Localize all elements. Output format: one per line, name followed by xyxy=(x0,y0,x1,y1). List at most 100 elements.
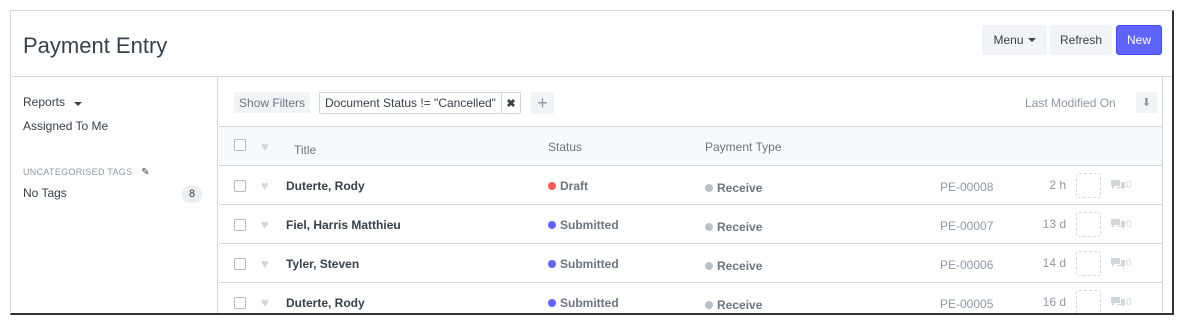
comment-icon xyxy=(1111,180,1125,190)
payment-type-dot xyxy=(705,301,713,309)
payment-entry-window: Payment Entry Menu Refresh New Reports A… xyxy=(10,10,1174,315)
row-document-name: PE-00006 xyxy=(940,258,994,272)
filter-tag-label: Document Status != "Cancelled" xyxy=(320,93,502,113)
tags-section-heading: UNCATEGORISED TAGS ✎ xyxy=(23,167,150,178)
add-filter-button[interactable]: + xyxy=(531,92,554,114)
comment-count: 0 xyxy=(1110,179,1132,191)
sort-order-button[interactable]: ⬇ xyxy=(1136,92,1157,113)
sidebar: Reports Assigned To Me UNCATEGORISED TAG… xyxy=(11,77,218,313)
row-payment-type-label: Receive xyxy=(717,259,763,273)
table-row[interactable]: ♥ Duterte, Rody Submitted Receive PE-000… xyxy=(219,283,1162,313)
refresh-button-label: Refresh xyxy=(1059,33,1103,47)
new-button[interactable]: New xyxy=(1116,25,1162,55)
row-document-name: PE-00008 xyxy=(940,180,994,194)
row-payment-type: Receive xyxy=(705,298,762,312)
avatar xyxy=(1076,173,1101,198)
column-header-status: Status xyxy=(548,140,583,154)
pencil-icon[interactable]: ✎ xyxy=(141,167,150,178)
status-dot xyxy=(548,299,556,307)
row-checkbox[interactable] xyxy=(234,180,246,192)
filter-tag[interactable]: Document Status != "Cancelled" ✖ xyxy=(319,92,521,114)
new-button-label: New xyxy=(1126,33,1151,47)
arrow-down-icon: ⬇ xyxy=(1141,97,1152,109)
row-title[interactable]: Duterte, Rody xyxy=(286,179,365,193)
row-modified-time: 16 d xyxy=(1042,295,1066,309)
column-header-title: Title xyxy=(294,143,317,157)
sidebar-reports-label: Reports xyxy=(23,95,66,109)
row-title[interactable]: Tyler, Steven xyxy=(286,257,359,271)
column-header-payment-type: Payment Type xyxy=(705,140,782,154)
table-row[interactable]: ♥ Duterte, Rody Draft Receive PE-00008 2… xyxy=(219,166,1162,205)
status-dot xyxy=(548,221,556,229)
row-status-label: Submitted xyxy=(560,257,619,271)
show-filters-button[interactable]: Show Filters xyxy=(234,92,311,113)
close-icon[interactable]: ✖ xyxy=(502,93,520,113)
row-payment-type: Receive xyxy=(705,220,762,234)
filter-bar: Show Filters Document Status != "Cancell… xyxy=(219,77,1162,127)
row-modified-time: 2 h xyxy=(1049,178,1066,192)
row-status: Submitted xyxy=(548,218,619,232)
menu-button[interactable]: Menu xyxy=(982,25,1047,55)
row-status-label: Submitted xyxy=(560,296,619,310)
comment-icon xyxy=(1111,297,1125,307)
heart-icon[interactable]: ♥ xyxy=(261,140,269,153)
comment-icon xyxy=(1111,219,1125,229)
status-dot xyxy=(548,182,556,190)
row-status: Submitted xyxy=(548,257,619,271)
row-payment-type: Receive xyxy=(705,181,762,195)
heart-icon[interactable]: ♥ xyxy=(261,257,269,270)
refresh-button[interactable]: Refresh xyxy=(1050,25,1112,55)
row-status: Draft xyxy=(548,179,588,193)
comment-count-value: 0 xyxy=(1126,179,1132,191)
row-status: Submitted xyxy=(548,296,619,310)
page-title: Payment Entry xyxy=(23,33,168,58)
row-checkbox[interactable] xyxy=(234,219,246,231)
comment-count-value: 0 xyxy=(1126,296,1132,308)
heart-icon[interactable]: ♥ xyxy=(261,179,269,192)
comment-count: 0 xyxy=(1110,218,1132,230)
payment-type-dot xyxy=(705,184,713,192)
row-modified-time: 13 d xyxy=(1042,217,1066,231)
row-payment-type-label: Receive xyxy=(717,298,763,312)
sidebar-item-assigned-to-me[interactable]: Assigned To Me xyxy=(23,119,108,133)
row-checkbox[interactable] xyxy=(234,258,246,270)
row-title[interactable]: Duterte, Rody xyxy=(286,296,365,310)
table-row[interactable]: ♥ Fiel, Harris Matthieu Submitted Receiv… xyxy=(219,205,1162,244)
sort-by-label[interactable]: Last Modified On xyxy=(1025,96,1116,110)
comment-icon xyxy=(1111,258,1125,268)
row-modified-time: 14 d xyxy=(1042,256,1066,270)
sidebar-item-no-tags[interactable]: No Tags xyxy=(23,186,67,200)
row-payment-type-label: Receive xyxy=(717,181,763,195)
row-status-label: Draft xyxy=(560,179,589,193)
row-checkbox[interactable] xyxy=(234,297,246,309)
row-status-label: Submitted xyxy=(560,218,619,232)
heart-icon[interactable]: ♥ xyxy=(261,296,269,309)
heart-icon[interactable]: ♥ xyxy=(261,218,269,231)
comment-count: 0 xyxy=(1110,296,1132,308)
row-payment-type: Receive xyxy=(705,259,762,273)
chevron-down-icon xyxy=(1027,38,1036,42)
no-tags-count-badge: 8 xyxy=(182,185,202,203)
list-header: ♥ Title Status Payment Type xyxy=(219,127,1162,166)
chevron-down-icon xyxy=(74,102,83,106)
status-dot xyxy=(548,260,556,268)
tags-section-label: UNCATEGORISED TAGS xyxy=(23,167,133,177)
page-header: Payment Entry Menu Refresh New xyxy=(11,11,1172,77)
comment-count-value: 0 xyxy=(1126,218,1132,230)
list-view: Show Filters Document Status != "Cancell… xyxy=(219,77,1163,313)
row-payment-type-label: Receive xyxy=(717,220,763,234)
payment-type-dot xyxy=(705,223,713,231)
comment-count-value: 0 xyxy=(1126,257,1132,269)
payment-type-dot xyxy=(705,262,713,270)
comment-count: 0 xyxy=(1110,257,1132,269)
avatar xyxy=(1076,212,1101,237)
plus-icon: + xyxy=(537,92,548,113)
row-title[interactable]: Fiel, Harris Matthieu xyxy=(286,218,401,232)
avatar xyxy=(1076,251,1101,276)
select-all-checkbox[interactable] xyxy=(234,139,246,151)
menu-button-label: Menu xyxy=(993,33,1024,47)
table-row[interactable]: ♥ Tyler, Steven Submitted Receive PE-000… xyxy=(219,244,1162,283)
row-document-name: PE-00007 xyxy=(940,219,994,233)
sidebar-reports-dropdown[interactable]: Reports xyxy=(23,95,83,109)
row-document-name: PE-00005 xyxy=(940,297,994,311)
